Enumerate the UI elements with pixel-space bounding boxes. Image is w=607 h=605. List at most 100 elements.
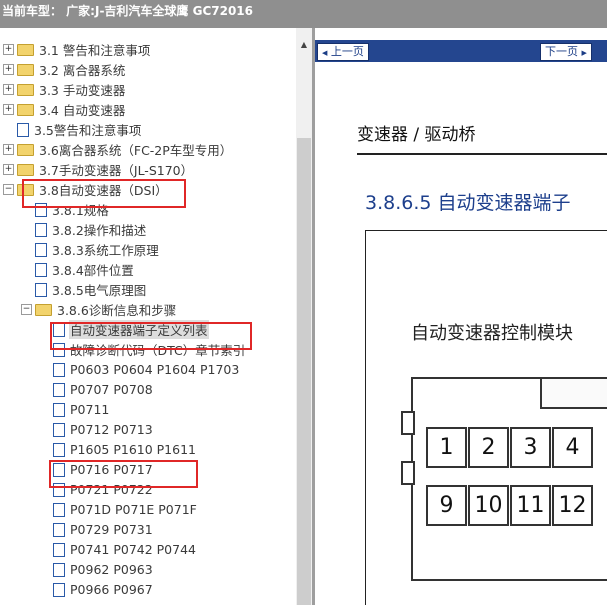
- connector-pin: 12: [552, 485, 593, 526]
- diagram-title: 自动变速器控制模块: [411, 323, 573, 344]
- tree-item-label: 3.8.3系统工作原理: [52, 243, 159, 258]
- tree-item-label: P1605 P1610 P1611: [70, 442, 196, 457]
- folder-icon: [17, 103, 34, 116]
- page-icon: [35, 282, 47, 297]
- page-icon: [53, 362, 65, 377]
- tree-item-label: P071D P071E P071F: [70, 502, 197, 517]
- triangle-left-icon: ◀: [322, 49, 328, 57]
- tree-item[interactable]: +3.3 手动变速器: [3, 80, 126, 99]
- connector-pin: 10: [468, 485, 509, 526]
- folder-icon: [35, 303, 52, 316]
- page-icon: [53, 582, 65, 597]
- connector-diagram: 自动变速器控制模块 1 2 3 4 9 10 11 12: [365, 230, 607, 605]
- tree-item[interactable]: +3.2 离合器系统: [3, 60, 126, 79]
- connector-pin: 1: [426, 427, 467, 468]
- tree-item[interactable]: P0711: [39, 400, 110, 419]
- tree-item[interactable]: P071D P071E P071F: [39, 500, 198, 519]
- page-icon: [35, 222, 47, 237]
- page-icon: [53, 522, 65, 537]
- tree-item[interactable]: 3.5警告和注意事项: [3, 120, 142, 139]
- next-page-label: 下一页: [545, 45, 578, 58]
- red-highlight-box: [49, 460, 198, 488]
- page-icon: [53, 442, 65, 457]
- page-icon: [53, 402, 65, 417]
- connector-side-tab: [401, 411, 415, 435]
- tree-item[interactable]: P0707 P0708: [39, 380, 154, 399]
- tree-item-label: P0966 P0967: [70, 582, 153, 597]
- expand-icon[interactable]: +: [3, 164, 14, 175]
- red-highlight-box: [50, 322, 252, 350]
- tree-item-label: P0712 P0713: [70, 422, 153, 437]
- connector-pin: 11: [510, 485, 551, 526]
- next-page-button[interactable]: 下一页 ▶: [540, 43, 592, 61]
- tree-item[interactable]: 3.8.3系统工作原理: [21, 240, 160, 259]
- tree-item[interactable]: 3.8.2操作和描述: [21, 220, 147, 239]
- scroll-thumb[interactable]: [297, 138, 311, 605]
- tree-item[interactable]: +3.4 自动变速器: [3, 100, 126, 119]
- tree-item-label: P0741 P0742 P0744: [70, 542, 196, 557]
- tree-item-label: 3.6离合器系统（FC-2P车型专用）: [39, 143, 233, 158]
- expand-icon[interactable]: +: [3, 144, 14, 155]
- page-icon: [35, 242, 47, 257]
- connector-pin: 9: [426, 485, 467, 526]
- tree-item[interactable]: +3.6离合器系统（FC-2P车型专用）: [3, 140, 233, 159]
- page-icon: [53, 422, 65, 437]
- tree-item[interactable]: P0962 P0963: [39, 560, 154, 579]
- expand-icon[interactable]: +: [3, 64, 14, 75]
- tree-item[interactable]: P0966 P0967: [39, 580, 154, 599]
- tree-item-label: 3.8.6诊断信息和步骤: [57, 303, 177, 318]
- scroll-up-arrow-icon[interactable]: ▲: [296, 38, 312, 52]
- tree-item[interactable]: P0712 P0713: [39, 420, 154, 439]
- tree-item[interactable]: P0729 P0731: [39, 520, 154, 539]
- folder-icon: [17, 63, 34, 76]
- tree-item[interactable]: P0741 P0742 P0744: [39, 540, 197, 559]
- connector-pin: 4: [552, 427, 593, 468]
- tree-item[interactable]: P1605 P1610 P1611: [39, 440, 197, 459]
- page-icon: [53, 382, 65, 397]
- collapse-icon[interactable]: −: [21, 304, 32, 315]
- connector-pin: 2: [468, 427, 509, 468]
- triangle-right-icon: ▶: [581, 49, 587, 57]
- expand-icon[interactable]: +: [3, 44, 14, 55]
- folder-icon: [17, 143, 34, 156]
- collapse-icon[interactable]: −: [3, 184, 14, 195]
- tree-item-label: 3.4 自动变速器: [39, 103, 126, 118]
- expand-icon[interactable]: +: [3, 104, 14, 115]
- tree-item-label: P0603 P0604 P1604 P1703: [70, 362, 240, 377]
- tree-panel: +3.1 警告和注意事项 +3.2 离合器系统 +3.3 手动变速器 +3.4 自动变…: [0, 28, 296, 605]
- page-nav-bar: ◀ 上一页 下一页 ▶: [315, 40, 607, 62]
- tree-item-label: 3.8.2操作和描述: [52, 223, 147, 238]
- sub-section-title: 3.8.6.5 自动变速器端子: [365, 192, 571, 214]
- tree-item-label: 3.8.5电气原理图: [52, 283, 147, 298]
- tree-item-label: P0707 P0708: [70, 382, 153, 397]
- folder-icon: [17, 43, 34, 56]
- connector-pin: 3: [510, 427, 551, 468]
- tree-item[interactable]: 3.8.5电气原理图: [21, 280, 147, 299]
- expand-icon[interactable]: +: [3, 84, 14, 95]
- page-icon: [53, 502, 65, 517]
- prev-page-button[interactable]: ◀ 上一页: [317, 43, 369, 61]
- page-icon: [53, 542, 65, 557]
- connector-side-tab: [401, 461, 415, 485]
- tree-item-label: P0729 P0731: [70, 522, 153, 537]
- page-icon: [35, 262, 47, 277]
- section-title: 变速器 / 驱动桥: [357, 125, 476, 145]
- tree-item-label: 3.7手动变速器（JL-S170）: [39, 163, 194, 178]
- red-highlight-box: [22, 179, 186, 208]
- tree-item-label: 3.8.4部件位置: [52, 263, 134, 278]
- title-bar: 当前车型： 广家:J-吉利汽车全球鹰 GC72016: [0, 0, 607, 28]
- tree-item[interactable]: − 3.8.6诊断信息和步骤: [21, 300, 177, 319]
- tree-item-label: P0962 P0963: [70, 562, 153, 577]
- tree-item-label: P0711: [70, 402, 110, 417]
- tree-item-label: 3.5警告和注意事项: [34, 123, 142, 138]
- page-icon: [17, 122, 29, 137]
- tree-item[interactable]: +3.1 警告和注意事项: [3, 40, 151, 59]
- section-divider: [357, 153, 607, 155]
- tree-item[interactable]: 3.8.4部件位置: [21, 260, 135, 279]
- tree-item[interactable]: P0603 P0604 P1604 P1703: [39, 360, 240, 379]
- prev-page-label: 上一页: [330, 45, 364, 58]
- page-icon: [53, 562, 65, 577]
- tree-scrollbar[interactable]: ▲: [296, 28, 312, 605]
- folder-icon: [17, 83, 34, 96]
- tree-item[interactable]: +3.7手动变速器（JL-S170）: [3, 160, 194, 179]
